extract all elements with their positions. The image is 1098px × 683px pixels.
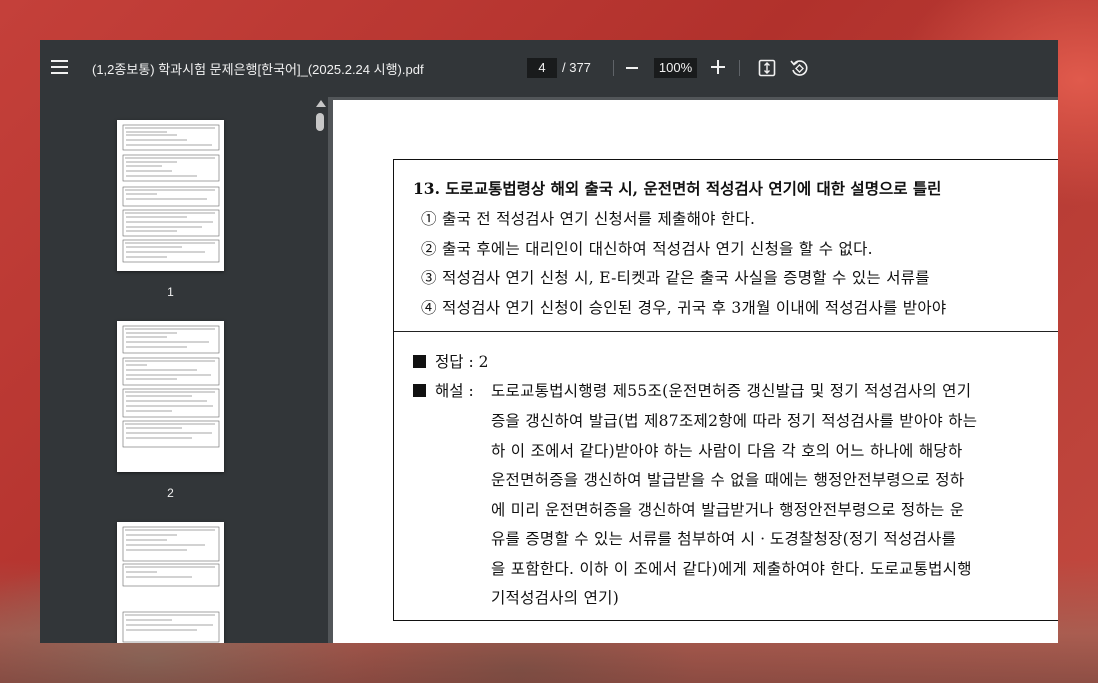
answer-text: 정답 : 2 <box>435 353 489 371</box>
document-viewer[interactable]: 13. 도로교통법령상 해외 출국 시, 운전면허 적성검사 연기에 대한 설명… <box>328 97 1058 643</box>
explanation-label: 해설 : <box>435 382 474 400</box>
explanation-line: 증을 갱신하여 발급(법 제87조제2항에 따라 정기 적성검사를 받아야 하는 <box>491 412 978 430</box>
pdf-toolbar: (1,2종보통) 학과시험 문제은행[한국어]_(2025.2.24 시행).p… <box>40 40 1058 97</box>
explanation-line: 에 미리 운전면허증을 갱신하여 발급받거나 행정안전부령으로 정하는 운 <box>491 501 965 519</box>
answer-option: ① 출국 전 적성검사 연기 신청서를 제출해야 한다. <box>421 210 756 228</box>
toolbar-divider <box>613 60 614 76</box>
thumbnail-sidebar: 1 2 <box>40 97 313 643</box>
explanation-line: 기적성검사의 연기) <box>491 589 620 607</box>
square-bullet-icon <box>413 384 426 397</box>
explanation-heading: 해설 : <box>413 379 474 401</box>
page-thumbnail[interactable] <box>117 120 224 271</box>
square-bullet-icon <box>413 355 426 368</box>
answer-option: ④ 적성검사 연기 신청이 승인된 경우, 귀국 후 3개월 이내에 적성검사를… <box>421 299 947 317</box>
answer-option: ② 출국 후에는 대리인이 대신하여 적성검사 연기 신청을 할 수 없다. <box>421 240 873 258</box>
zoom-in-icon[interactable] <box>711 60 725 74</box>
rotate-icon[interactable] <box>789 58 809 78</box>
question-title: 13. 도로교통법령상 해외 출국 시, 운전면허 적성검사 연기에 대한 설명… <box>413 179 942 198</box>
scrollbar-thumb[interactable] <box>316 113 324 131</box>
thumbnail-page-label: 1 <box>167 285 174 299</box>
zoom-out-icon[interactable] <box>626 67 638 69</box>
answer-option: ③ 적성검사 연기 신청 시, E-티켓과 같은 출국 사실을 증명할 수 있는… <box>421 269 930 287</box>
page-thumbnail[interactable] <box>117 522 224 643</box>
explanation-line: 을 포함한다. 이하 이 조에서 같다)에게 제출하여야 한다. 도로교통법시행 <box>491 560 972 578</box>
pdf-page: 13. 도로교통법령상 해외 출국 시, 운전면허 적성검사 연기에 대한 설명… <box>333 100 1058 643</box>
question-divider <box>394 331 1058 332</box>
pdf-viewer-window: (1,2종보통) 학과시험 문제은행[한국어]_(2025.2.24 시행).p… <box>40 40 1058 643</box>
correct-answer: 정답 : 2 <box>413 350 488 372</box>
sidebar-scrollbar[interactable] <box>313 97 328 643</box>
explanation-line: 유를 증명할 수 있는 서류를 첨부하여 시ㆍ도경찰청장(정기 적성검사를 <box>491 530 957 548</box>
question-box: 13. 도로교통법령상 해외 출국 시, 운전면허 적성검사 연기에 대한 설명… <box>393 159 1058 621</box>
explanation-line: 운전면허증을 갱신하여 발급받을 수 없을 때에는 행정안전부령으로 정하 <box>491 471 965 489</box>
explanation-line: 하 이 조에서 같다)받아야 하는 사람이 다음 각 호의 어느 하나에 해당하 <box>491 442 963 460</box>
fit-page-icon[interactable] <box>758 59 776 77</box>
document-title: (1,2종보통) 학과시험 문제은행[한국어]_(2025.2.24 시행).p… <box>92 62 424 77</box>
menu-icon[interactable] <box>51 60 68 74</box>
thumbnail-page-label: 2 <box>167 486 174 500</box>
explanation-line: 도로교통법시행령 제55조(운전면허증 갱신발급 및 정기 적성검사의 연기 <box>491 382 972 400</box>
page-number-input[interactable]: 4 <box>527 58 557 78</box>
scroll-up-arrow-icon[interactable] <box>316 100 326 107</box>
zoom-level-input[interactable]: 100% <box>654 58 697 78</box>
page-thumbnail[interactable] <box>117 321 224 472</box>
page-total-label: / 377 <box>562 60 591 75</box>
toolbar-divider <box>739 60 740 76</box>
